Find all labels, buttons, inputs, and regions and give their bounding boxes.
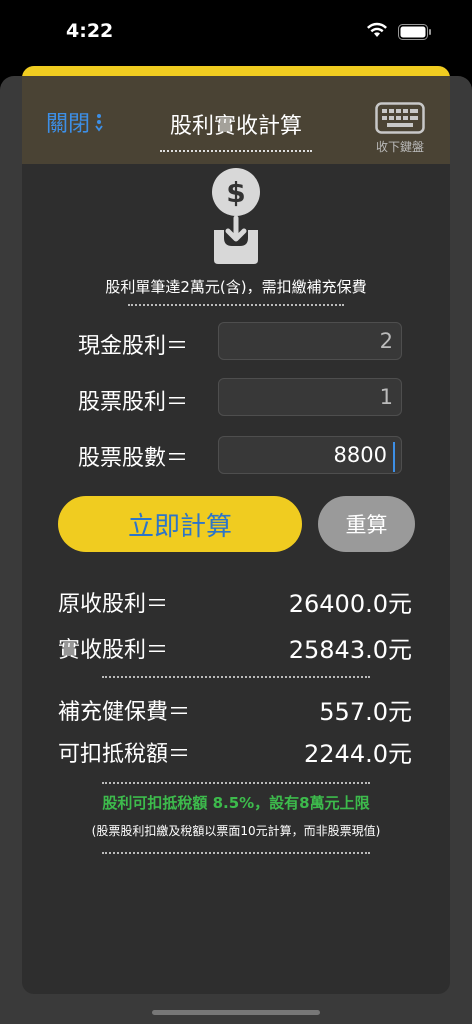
svg-text:$: $: [226, 176, 245, 209]
premium-value: 557.0元: [319, 698, 412, 726]
cash-dividend-label: 現金股利＝: [78, 334, 189, 359]
calculator-sheet: 關閉 股利實收計算 收下鍵盤 $ 股利單筆達2萬元(含)，需扣繳補充保費 現金股…: [22, 66, 450, 994]
calculation-note: (股票股利扣繳及稅額以票面10元計算，而非股票現值): [91, 824, 381, 838]
hide-keyboard-button[interactable]: 收下鍵盤: [370, 102, 430, 158]
tax-credit-note: 股利可扣抵稅額 8.5%，設有8萬元上限: [102, 794, 370, 812]
actual-dividend-label: 實收股利＝: [58, 638, 169, 663]
wifi-icon: [367, 22, 387, 37]
notice-text: 股利單筆達2萬元(含)，需扣繳補充保費: [105, 278, 367, 296]
results-divider-2: [102, 782, 370, 784]
hide-keyboard-label: 收下鍵盤: [375, 140, 424, 154]
keyboard-icon: [375, 102, 425, 134]
shares-input[interactable]: [218, 436, 402, 474]
home-indicator[interactable]: [152, 1010, 320, 1015]
title-divider: [160, 150, 312, 152]
notice-divider: [128, 304, 344, 306]
reset-button[interactable]: 重算: [318, 496, 415, 552]
shares-label: 股票股數＝: [78, 446, 189, 471]
status-time: 4:22: [66, 20, 114, 42]
results-divider-1: [102, 676, 370, 678]
status-bar: 4:22: [0, 0, 472, 64]
battery-icon: [398, 24, 431, 40]
original-dividend-value: 26400.0元: [288, 590, 412, 618]
original-dividend-label: 原收股利＝: [58, 592, 169, 617]
dividend-inbox-icon: $: [212, 168, 260, 264]
deductible-tax-value: 2244.0元: [304, 740, 412, 768]
deductible-tax-label: 可扣抵稅額＝: [58, 742, 191, 767]
notes-divider: [102, 852, 370, 854]
stock-dividend-input[interactable]: [218, 378, 402, 416]
stock-dividend-label: 股票股利＝: [78, 390, 189, 415]
cash-dividend-input[interactable]: [218, 322, 402, 360]
premium-label: 補充健保費＝: [58, 700, 191, 725]
text-caret: [393, 442, 395, 472]
actual-dividend-value: 25843.0元: [288, 636, 412, 664]
sheet-accent-strip: [22, 66, 450, 76]
calculate-button[interactable]: 立即計算: [58, 496, 302, 552]
